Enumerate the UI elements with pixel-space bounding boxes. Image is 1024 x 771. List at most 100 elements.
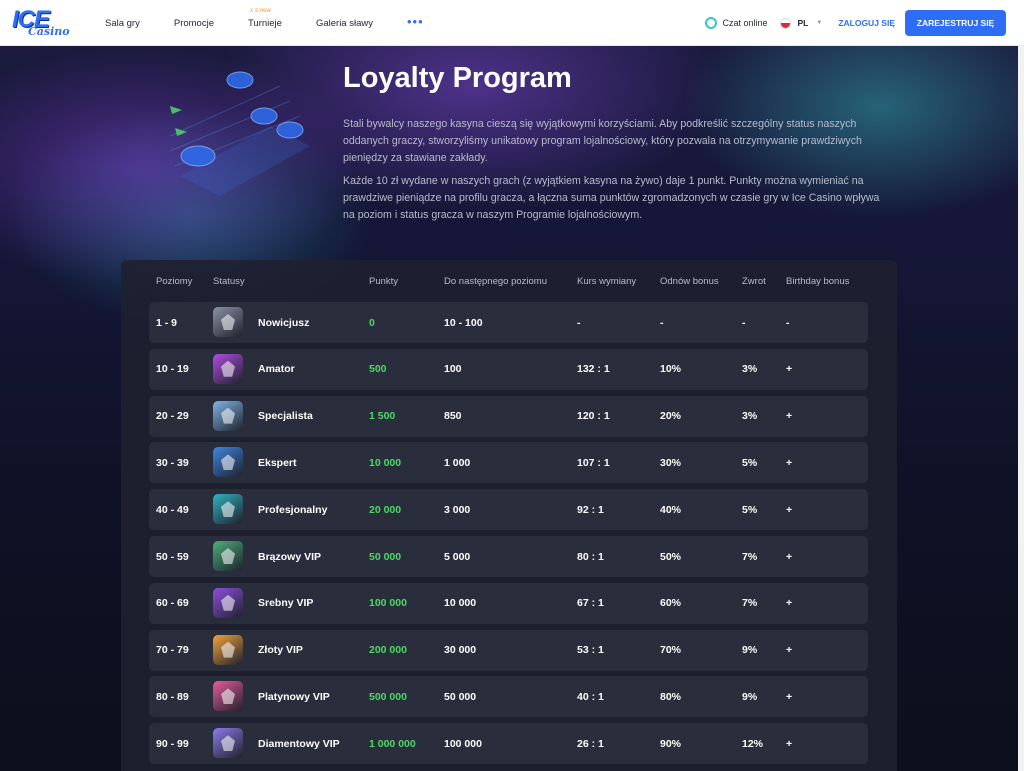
nav-sala-gry[interactable]: Sala gry [105, 18, 140, 29]
page-title: Loyalty Program [343, 62, 572, 94]
cashback-cell: 5% [742, 503, 758, 516]
nav-promocje[interactable]: Promocje [174, 18, 214, 29]
status-cell: Specjalista [258, 410, 313, 423]
birthday-bonus-cell: - [786, 316, 790, 329]
chat-online-button[interactable]: Czat online [705, 17, 767, 29]
cashback-cell: 7% [742, 550, 758, 563]
renew-bonus-cell: 20% [660, 410, 682, 423]
level-cell: 10 - 19 [156, 363, 189, 376]
exchange-rate-cell: 26 : 1 [577, 737, 604, 750]
status-badge-icon [213, 587, 243, 618]
table-row: 60 - 69 Srebny VIP 100 000 10 000 67 : 1 60% 7… [149, 582, 868, 624]
login-button[interactable]: ZALOGUJ SIĘ [838, 18, 895, 28]
header-exchange-rate: Kurs wymiany [577, 276, 637, 287]
exchange-rate-cell: 107 : 1 [577, 456, 610, 469]
nav-label: Galeria sławy [315, 17, 373, 29]
renew-bonus-cell: 40% [660, 503, 682, 516]
status-cell: Ekspert [258, 456, 297, 469]
exchange-rate-cell: 80 : 1 [577, 550, 604, 563]
next-level-cell: 5 000 [444, 550, 471, 563]
header-levels: Poziomy [156, 276, 193, 287]
exchange-rate-cell: 53 : 1 [577, 644, 604, 657]
new-tag: x ≡ new [249, 7, 271, 14]
status-badge-icon [213, 728, 243, 759]
level-cell: 1 - 9 [156, 316, 178, 329]
table-row: 30 - 39 Ekspert 10 000 1 000 107 : 1 30% 5% + [149, 442, 868, 484]
status-cell: Złoty VIP [258, 644, 303, 657]
status-badge-icon [213, 447, 243, 478]
top-header: ICE Casino Sala gry Promocje x ≡ new Turn… [0, 0, 1024, 46]
nav-label: Sala gry [105, 17, 140, 29]
birthday-bonus-cell: + [786, 363, 793, 376]
status-badge-icon [213, 400, 243, 431]
next-level-cell: 100 000 [444, 737, 482, 750]
status-cell: Platynowy VIP [258, 690, 330, 703]
header-cashback: Zwrot [742, 276, 766, 287]
renew-bonus-cell: 50% [660, 550, 682, 563]
main-nav: Sala gry Promocje x ≡ new Turnieje Galeri… [105, 0, 424, 46]
points-cell: 500 000 [369, 690, 407, 703]
next-level-cell: 850 [444, 410, 462, 423]
header-actions: Czat online PL ▼ ZALOGUJ SIĘ ZAREJESTRUJ… [705, 0, 1006, 46]
table-row: 80 - 89 Platynowy VIP 500 000 50 000 40 : 1 8… [149, 676, 868, 718]
poland-flag-icon [780, 17, 792, 29]
status-badge-icon [213, 353, 243, 384]
header-points: Punkty [369, 276, 399, 287]
points-cell: 0 [369, 316, 375, 329]
next-level-cell: 30 000 [444, 644, 477, 657]
page-scrollbar[interactable] [1018, 46, 1024, 771]
chips-illustration [169, 71, 310, 196]
table-row: 40 - 49 Profesjonalny 20 000 3 000 92 : 1 40%… [149, 489, 868, 531]
register-button[interactable]: ZAREJESTRUJ SIĘ [905, 10, 1006, 36]
table-header: Poziomy Statusy Punkty Do następnego poz… [121, 276, 897, 290]
cashback-cell: 9% [742, 644, 758, 657]
intro-paragraph: Stali bywalcy naszego kasyna cieszą się … [343, 118, 862, 164]
table-row: 70 - 79 Złoty VIP 200 000 30 000 53 : 1 70% 9%… [149, 629, 868, 671]
nav-galeria-slawy[interactable]: Galeria sławy [316, 18, 373, 29]
points-cell: 20 000 [369, 503, 402, 516]
loyalty-hero: Loyalty Program Stali bywalcy naszego ka… [0, 46, 1018, 771]
level-cell: 20 - 29 [156, 410, 189, 423]
status-badge-icon [213, 541, 243, 571]
status-cell: Amator [258, 363, 295, 376]
renew-bonus-cell: 90% [660, 737, 682, 750]
header-statuses: Statusy [213, 276, 245, 287]
status-cell: Nowicjusz [258, 316, 310, 329]
more-menu-icon[interactable]: ••• [407, 14, 424, 29]
nav-label: Turnieje [247, 17, 282, 29]
birthday-bonus-cell: + [786, 737, 793, 750]
renew-bonus-cell: 80% [660, 690, 682, 703]
header-next-level: Do następnego poziomu [444, 276, 547, 287]
level-cell: 50 - 59 [156, 550, 189, 563]
next-level-cell: 1 000 [444, 456, 471, 469]
chat-label: Czat online [722, 18, 768, 28]
cashback-cell: 5% [742, 456, 758, 469]
loyalty-table: Poziomy Statusy Punkty Do następnego poz… [121, 260, 897, 771]
language-label: PL [797, 18, 809, 28]
table-row: 10 - 19 Amator 500 100 132 : 1 10% 3% + [149, 348, 868, 390]
points-cell: 1 000 000 [369, 737, 416, 750]
renew-bonus-cell: 60% [660, 597, 682, 610]
points-cell: 500 [369, 363, 387, 376]
cashback-cell: - [742, 316, 746, 329]
level-cell: 70 - 79 [156, 644, 189, 657]
header-renew-bonus: Odnów bonus [660, 276, 719, 287]
exchange-rate-cell: - [577, 316, 581, 329]
status-cell: Brązowy VIP [258, 550, 322, 563]
birthday-bonus-cell: + [786, 644, 793, 657]
status-cell: Profesjonalny [258, 503, 328, 516]
birthday-bonus-cell: + [786, 456, 793, 469]
cashback-cell: 9% [742, 690, 758, 703]
exchange-rate-cell: 40 : 1 [577, 690, 604, 703]
language-select[interactable]: PL ▼ [780, 17, 822, 29]
cashback-cell: 12% [742, 737, 764, 750]
cashback-cell: 3% [742, 363, 758, 376]
exchange-rate-cell: 120 : 1 [577, 410, 610, 423]
status-badge-icon [213, 494, 243, 525]
nav-turnieje[interactable]: x ≡ new Turnieje [247, 8, 282, 29]
birthday-bonus-cell: + [786, 597, 793, 610]
level-cell: 30 - 39 [156, 456, 189, 469]
next-level-cell: 10 - 100 [444, 316, 483, 329]
renew-bonus-cell: 30% [660, 456, 682, 469]
ice-casino-logo[interactable]: ICE Casino [10, 6, 70, 40]
